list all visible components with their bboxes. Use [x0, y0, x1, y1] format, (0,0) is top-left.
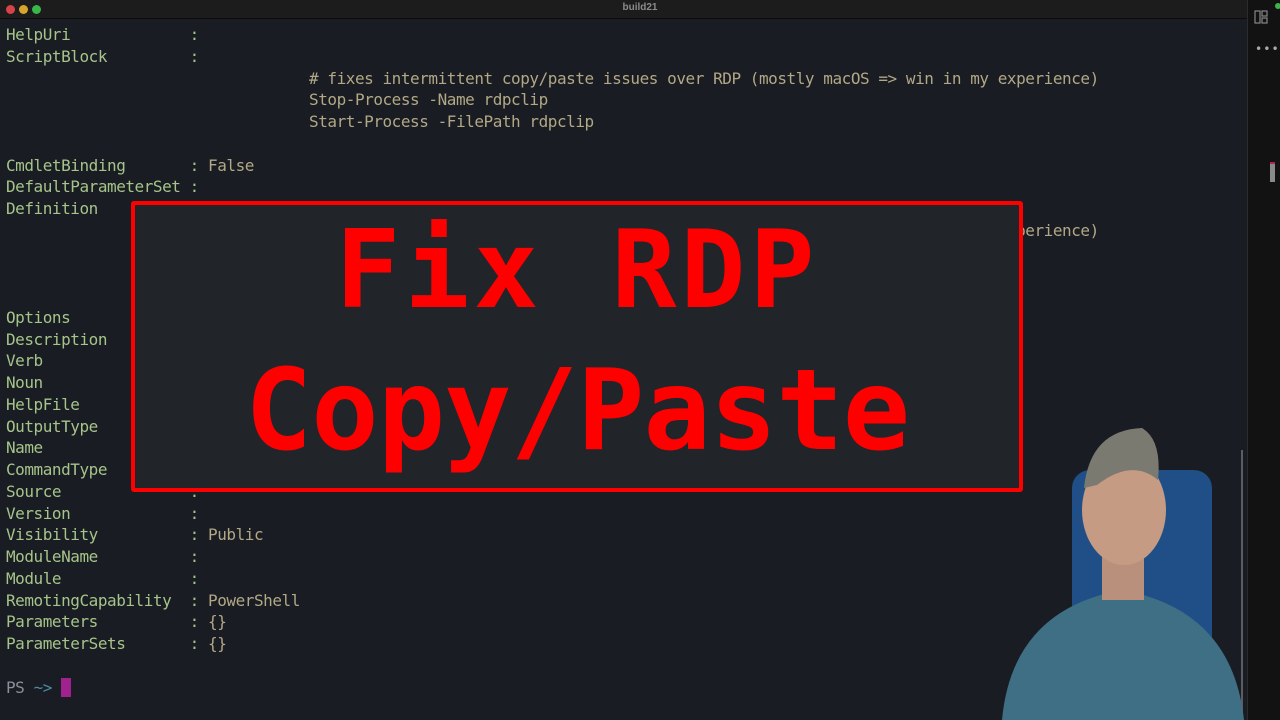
terminal-line: Module :: [6, 568, 199, 589]
property-separator: :: [189, 155, 200, 175]
prompt-ps: PS: [6, 677, 25, 697]
layout-icon[interactable]: [1254, 10, 1268, 24]
property-name: CmdletBinding: [6, 155, 190, 175]
property-separator: :: [189, 634, 200, 653]
property-name: DefaultParameterSet: [6, 177, 190, 197]
terminal-line: ParameterSets : {}: [6, 633, 227, 654]
property-name: ScriptBlock: [6, 46, 190, 66]
terminal-line: ModuleName :: [6, 546, 199, 567]
property-separator: :: [189, 547, 200, 566]
terminal-line: Version :: [6, 503, 199, 524]
window-title: build21: [622, 2, 658, 13]
overlay-title-line-1: Fix RDP: [335, 208, 819, 333]
terminal-line: DefaultParameterSet :: [6, 176, 199, 197]
property-separator: :: [189, 525, 200, 545]
property-name: ModuleName: [6, 547, 190, 566]
property-value: {}: [198, 612, 227, 632]
terminal-line: Parameters : {}: [6, 611, 227, 632]
property-name: RemotingCapability: [6, 590, 190, 610]
side-scrollbar-thumb[interactable]: [1270, 162, 1275, 182]
property-name: Version: [6, 503, 190, 523]
terminal-line: ScriptBlock :: [6, 46, 199, 67]
terminal-line: Visibility : Public: [6, 524, 264, 545]
terminal-line: RemotingCapability : PowerShell: [6, 590, 300, 611]
property-separator: :: [189, 612, 200, 632]
terminal-line: CmdletBinding : False: [6, 155, 254, 176]
property-value: Public: [198, 525, 264, 545]
property-separator: :: [189, 590, 200, 610]
property-separator: :: [189, 46, 200, 66]
more-icon[interactable]: •••: [1255, 42, 1280, 56]
property-name: Visibility: [6, 525, 190, 545]
property-name: Module: [6, 568, 190, 588]
side-panel: •••: [1247, 0, 1280, 720]
terminal-line: HelpUri :: [6, 24, 199, 45]
property-value: # fixes intermittent copy/paste issues o…: [6, 68, 1099, 88]
terminal-line: Stop-Process -Name rdpclip: [6, 89, 548, 110]
window-titlebar: build21: [0, 0, 1280, 19]
property-value: {}: [198, 634, 227, 653]
property-value: Start-Process -FilePath rdpclip: [6, 112, 594, 131]
terminal-line: Start-Process -FilePath rdpclip: [6, 111, 594, 132]
terminal-line: # fixes intermittent copy/paste issues o…: [6, 68, 1099, 89]
prompt-path: ~>: [33, 677, 53, 697]
property-value: False: [198, 155, 254, 175]
text-cursor: [61, 677, 72, 697]
property-name: Parameters: [6, 612, 190, 632]
property-name: HelpUri: [6, 25, 190, 44]
property-name: ParameterSets: [6, 634, 190, 653]
overlay-title-line-2: Copy/Paste: [244, 346, 910, 476]
prompt-line[interactable]: PS ~>: [6, 677, 72, 698]
property-value: Stop-Process -Name rdpclip: [6, 90, 548, 110]
property-separator: :: [189, 177, 200, 197]
title-overlay-box: Fix RDP Copy/Paste: [131, 201, 1023, 492]
property-value: PowerShell: [198, 590, 300, 610]
property-separator: :: [189, 25, 200, 44]
property-separator: :: [189, 568, 200, 588]
webcam-presenter: [972, 410, 1244, 720]
property-separator: :: [189, 503, 200, 523]
status-dot-icon: [1275, 3, 1280, 9]
